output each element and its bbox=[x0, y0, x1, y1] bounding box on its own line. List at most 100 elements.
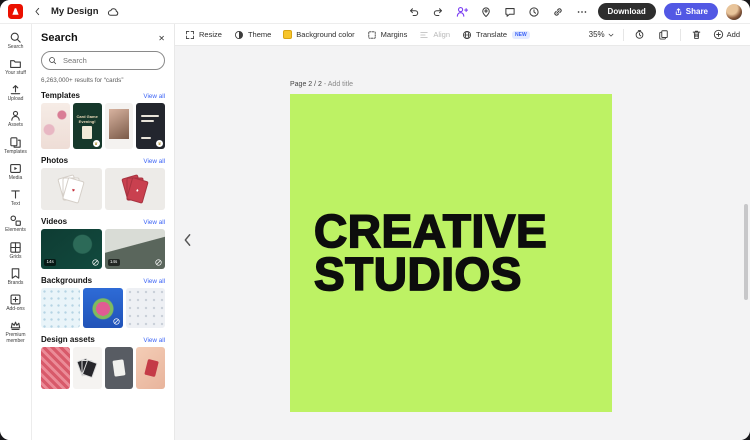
template-thumb-text: Card Game Evening! bbox=[73, 114, 102, 124]
adobe-express-logo-icon[interactable] bbox=[8, 4, 23, 19]
location-pin-icon[interactable] bbox=[478, 4, 494, 20]
template-thumbnail[interactable] bbox=[41, 103, 70, 149]
divider bbox=[623, 29, 624, 41]
premium-badge-icon bbox=[93, 140, 100, 147]
stock-badge-icon bbox=[113, 318, 120, 325]
sidebar-item-grids[interactable]: Grids bbox=[0, 237, 32, 263]
sidebar-item-premium[interactable]: Premium member bbox=[0, 316, 32, 348]
sidebar-item-elements[interactable]: Elements bbox=[0, 211, 32, 237]
collapse-panel-button[interactable] bbox=[180, 228, 195, 252]
background-thumbnail[interactable] bbox=[126, 288, 165, 328]
template-thumbnail[interactable] bbox=[136, 103, 165, 149]
section-backgrounds: Backgrounds View all bbox=[41, 276, 165, 328]
rail-label: Text bbox=[11, 202, 20, 208]
divider bbox=[680, 29, 681, 41]
translate-icon bbox=[462, 30, 472, 40]
close-panel-button[interactable]: ✕ bbox=[158, 34, 165, 43]
rail-label: Upload bbox=[8, 97, 24, 103]
share-link-icon[interactable] bbox=[550, 4, 566, 20]
canvas-toolbar: Resize Theme Background color Margins Al… bbox=[175, 24, 750, 46]
photo-thumbnail[interactable] bbox=[105, 168, 166, 210]
more-options-button[interactable] bbox=[574, 4, 590, 20]
section-title: Templates bbox=[41, 91, 80, 100]
translate-button[interactable]: Translate NEW bbox=[462, 30, 530, 40]
search-icon bbox=[9, 31, 22, 44]
theme-icon bbox=[234, 30, 244, 40]
template-thumbnail[interactable]: Card Game Evening! bbox=[73, 103, 102, 149]
background-thumbnail[interactable] bbox=[41, 288, 80, 328]
redo-button[interactable] bbox=[430, 4, 446, 20]
folder-icon bbox=[9, 57, 22, 70]
duplicate-page-button[interactable] bbox=[656, 27, 672, 43]
add-page-button[interactable]: Add bbox=[713, 29, 740, 40]
stock-badge-icon bbox=[92, 259, 99, 266]
comment-icon[interactable] bbox=[502, 4, 518, 20]
sidebar-item-media[interactable]: Media bbox=[0, 158, 32, 184]
zoom-control[interactable]: 35% bbox=[589, 30, 615, 39]
search-input[interactable] bbox=[61, 55, 158, 66]
margins-icon bbox=[367, 30, 377, 40]
design-asset-thumbnail[interactable] bbox=[73, 347, 102, 389]
add-ons-icon bbox=[9, 293, 22, 306]
sidebar-item-templates[interactable]: Templates bbox=[0, 132, 32, 158]
share-button[interactable]: Share bbox=[664, 3, 718, 20]
photo-thumbnail[interactable] bbox=[41, 168, 102, 210]
canvas-page[interactable]: CREATIVE STUDIOS bbox=[290, 94, 612, 412]
premium-badge-icon bbox=[156, 140, 163, 147]
rail-label: Grids bbox=[10, 255, 22, 261]
video-thumbnail[interactable]: 14s bbox=[41, 229, 102, 269]
video-thumbnail[interactable]: 14s bbox=[105, 229, 166, 269]
background-thumbnail[interactable] bbox=[83, 288, 122, 328]
view-all-link[interactable]: View all bbox=[143, 93, 165, 100]
theme-button[interactable]: Theme bbox=[234, 30, 271, 40]
add-title-prompt[interactable]: - Add title bbox=[324, 81, 353, 88]
version-history-icon[interactable] bbox=[526, 4, 542, 20]
sidebar-item-text[interactable]: Text bbox=[0, 185, 32, 211]
background-color-button[interactable]: Background color bbox=[283, 30, 354, 39]
sidebar-item-search[interactable]: Search bbox=[0, 27, 32, 53]
canvas-text-line2[interactable]: STUDIOS bbox=[314, 253, 612, 296]
animation-timer-button[interactable] bbox=[632, 27, 648, 43]
search-box[interactable] bbox=[41, 51, 165, 70]
download-button[interactable]: Download bbox=[598, 3, 656, 20]
undo-button[interactable] bbox=[406, 4, 422, 20]
rail-label: Your stuff bbox=[5, 71, 26, 77]
view-all-link[interactable]: View all bbox=[143, 278, 165, 285]
section-design-assets: Design assets View all bbox=[41, 335, 165, 389]
rail-label: Premium member bbox=[0, 333, 32, 345]
bookmark-icon bbox=[9, 267, 22, 280]
resize-button[interactable]: Resize bbox=[185, 30, 222, 40]
cloud-sync-icon bbox=[105, 4, 121, 20]
sidebar-item-assets[interactable]: Assets bbox=[0, 106, 32, 132]
sidebar-item-upload[interactable]: Upload bbox=[0, 80, 32, 106]
search-panel: Search ✕ 6,263,000+ results for “cards” … bbox=[32, 24, 175, 440]
document-title[interactable]: My Design bbox=[51, 6, 99, 17]
view-all-link[interactable]: View all bbox=[143, 219, 165, 226]
upload-icon bbox=[9, 83, 22, 96]
sidebar-item-add-ons[interactable]: Add-ons bbox=[0, 290, 32, 316]
align-button[interactable]: Align bbox=[419, 30, 450, 40]
design-asset-thumbnail[interactable] bbox=[41, 347, 70, 389]
margins-button[interactable]: Margins bbox=[367, 30, 408, 40]
section-title: Backgrounds bbox=[41, 276, 92, 285]
sidebar-item-your-stuff[interactable]: Your stuff bbox=[0, 53, 32, 79]
rail-label: Media bbox=[9, 176, 23, 182]
canvas-text-line1[interactable]: CREATIVE bbox=[314, 210, 612, 253]
back-button[interactable] bbox=[29, 4, 45, 20]
design-asset-thumbnail[interactable] bbox=[136, 347, 165, 389]
rail-label: Search bbox=[8, 45, 24, 51]
vertical-scrollbar[interactable] bbox=[744, 204, 748, 300]
view-all-link[interactable]: View all bbox=[143, 337, 165, 344]
video-duration-badge: 14s bbox=[44, 259, 56, 266]
video-duration-badge: 14s bbox=[108, 259, 120, 266]
view-all-link[interactable]: View all bbox=[143, 158, 165, 165]
delete-page-button[interactable] bbox=[689, 27, 705, 43]
chevron-left-icon bbox=[183, 233, 192, 247]
plus-circle-icon bbox=[713, 29, 724, 40]
user-avatar[interactable] bbox=[726, 4, 742, 20]
design-asset-thumbnail[interactable] bbox=[105, 347, 134, 389]
add-collaborator-icon[interactable] bbox=[454, 4, 470, 20]
sidebar-item-brands[interactable]: Brands bbox=[0, 263, 32, 289]
page-label[interactable]: Page 2 / 2 - Add title bbox=[290, 81, 353, 88]
template-thumbnail[interactable] bbox=[105, 103, 134, 149]
